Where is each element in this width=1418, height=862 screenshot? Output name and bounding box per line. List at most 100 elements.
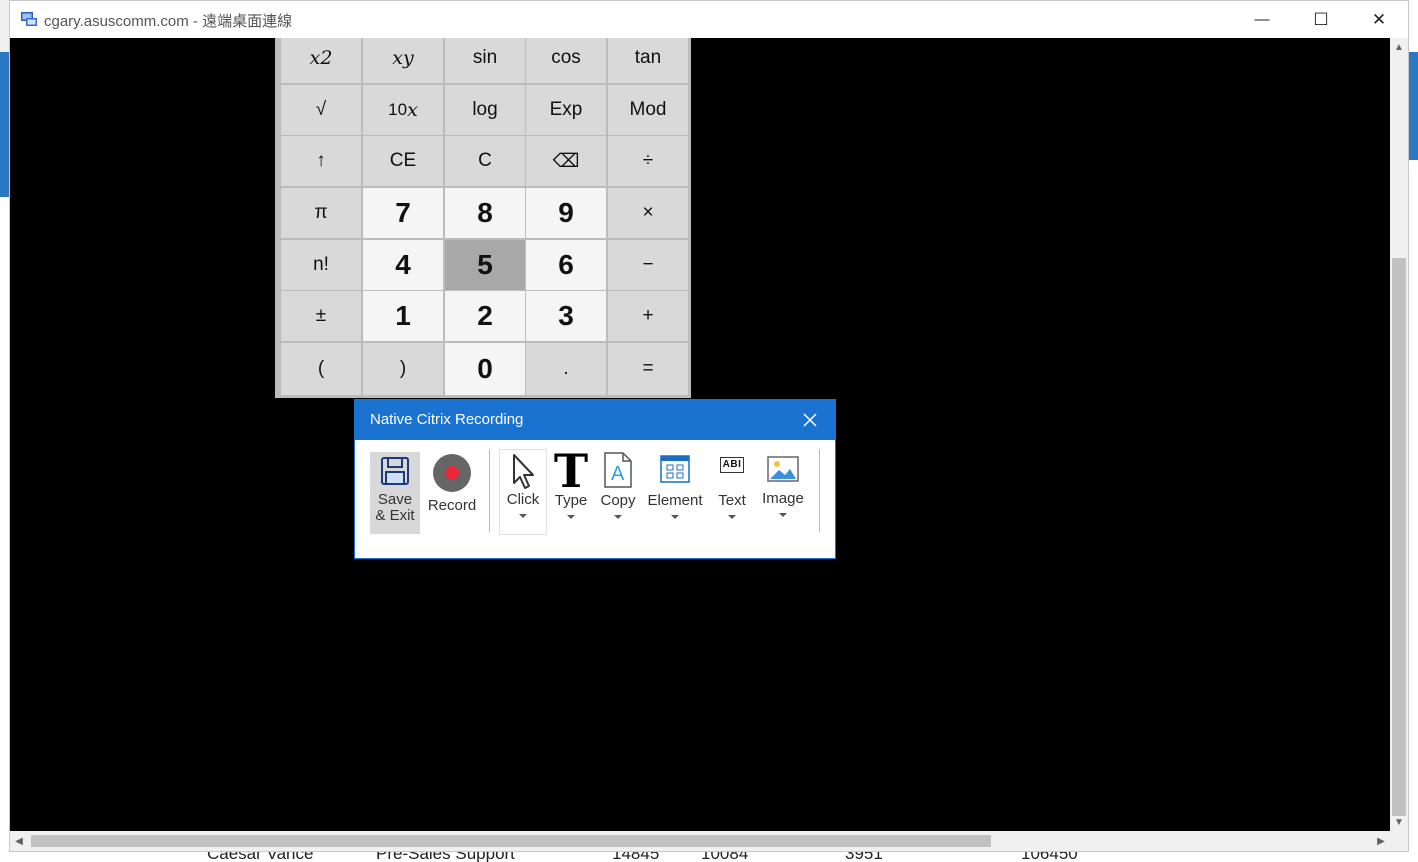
copy-tool-button[interactable]: A Copy (595, 449, 641, 535)
calc-key[interactable]: cos (526, 38, 606, 83)
calc-key-x2[interactable]: x2 (281, 38, 361, 83)
calc-key[interactable]: 4 (363, 240, 443, 290)
calc-key-label: . (563, 358, 569, 379)
calc-key[interactable]: n! (281, 240, 361, 290)
element-label: Element (647, 492, 703, 509)
calc-key[interactable]: C (445, 136, 525, 186)
minimize-icon: — (1254, 11, 1270, 28)
calc-key-exponent: 2 (320, 47, 333, 69)
calc-key-label: CE (389, 150, 417, 171)
calc-key-label: 1 (395, 300, 411, 331)
calc-key[interactable]: π (281, 188, 361, 238)
calc-key[interactable]: × (608, 188, 688, 238)
calc-key[interactable]: 1 (363, 291, 443, 341)
calc-key[interactable]: 7 (363, 188, 443, 238)
calc-key-label: ÷ (642, 150, 654, 171)
calc-key[interactable]: 2 (445, 291, 525, 341)
calc-key[interactable]: − (608, 240, 688, 290)
native-citrix-recording-dialog: Native Citrix Recording Save & Exit Reco… (354, 399, 836, 559)
recording-dialog-title: Native Citrix Recording (370, 411, 524, 428)
window-titlebar[interactable]: cgary.asuscomm.com - 遠端桌面連線 — ☐ ✕ (10, 1, 1408, 38)
text-label: Text (718, 492, 746, 509)
background-cell-2: 10084 (701, 852, 749, 862)
chevron-down-icon (614, 515, 622, 519)
calc-key[interactable]: Exp (526, 85, 606, 135)
calc-key-10x[interactable]: 10 x (363, 85, 443, 135)
calc-key[interactable]: 0 (445, 343, 525, 395)
calc-key[interactable]: 3 (526, 291, 606, 341)
calc-key[interactable]: ↑ (281, 136, 361, 186)
text-tool-button[interactable]: ABI Text (711, 449, 753, 535)
calc-key-label: = (642, 358, 654, 379)
calc-key-label: 6 (558, 249, 574, 280)
calc-key[interactable]: Mod (608, 85, 688, 135)
type-tool-button[interactable]: T Type (549, 448, 593, 535)
calc-key[interactable]: . (526, 343, 606, 395)
copy-label: Copy (600, 492, 636, 509)
calc-key[interactable]: 5 (445, 240, 525, 290)
calc-key-base: x (392, 47, 403, 69)
calc-key-label: C (478, 150, 492, 171)
save-label: Save (377, 491, 413, 508)
element-tool-button[interactable]: Element (643, 449, 707, 535)
calc-key[interactable]: 6 (526, 240, 606, 290)
calc-key[interactable]: ) (363, 343, 443, 395)
background-cell-3: 3951 (845, 852, 883, 862)
remote-desktop-canvas[interactable]: x 2 x y sin cos tan √ 10 x log Exp Mod ↑ CE C ⌫ ÷ π 7 8 9 × n! 4… (10, 38, 1390, 831)
vertical-scrollbar[interactable]: ▲ ▼ (1390, 38, 1408, 831)
scroll-right-icon[interactable]: ▶ (1372, 832, 1390, 850)
calc-key[interactable]: 9 (526, 188, 606, 238)
background-table-row: Caesar Vance Pre-Sales Support 14845 100… (0, 852, 1418, 862)
calc-key[interactable]: ± (281, 291, 361, 341)
minimize-button[interactable]: — (1233, 1, 1291, 38)
save-exit-button[interactable]: Save & Exit (370, 452, 420, 534)
vertical-scroll-thumb[interactable] (1392, 258, 1406, 816)
recording-dialog-header[interactable]: Native Citrix Recording (355, 400, 835, 440)
calc-key[interactable]: √ (281, 85, 361, 135)
calc-key[interactable]: + (608, 291, 688, 341)
calc-key-base: x (309, 47, 321, 69)
calc-key-label: − (642, 254, 654, 275)
calc-key[interactable]: ( (281, 343, 361, 395)
calculator-keypad: x 2 x y sin cos tan √ 10 x log Exp Mod ↑ CE C ⌫ ÷ π 7 8 9 × n! 4… (275, 38, 691, 398)
cursor-arrow-icon (513, 454, 534, 489)
horizontal-scroll-thumb[interactable] (31, 835, 991, 847)
calc-key[interactable]: ⌫ (526, 136, 606, 186)
calc-key-label: sin (472, 47, 498, 68)
calc-key[interactable]: = (608, 343, 688, 395)
calc-key[interactable]: ÷ (608, 136, 688, 186)
scroll-up-icon[interactable]: ▲ (1390, 38, 1408, 56)
calc-key-label: tan (634, 47, 662, 68)
click-tool-button[interactable]: Click (499, 449, 547, 535)
click-label: Click (506, 491, 540, 508)
chevron-down-icon (779, 513, 787, 517)
scroll-left-icon[interactable]: ◀ (10, 832, 28, 850)
maximize-button[interactable]: ☐ (1292, 1, 1350, 38)
calc-key[interactable]: CE (363, 136, 443, 186)
calc-key-label: 0 (477, 353, 493, 384)
remote-desktop-icon (20, 10, 38, 28)
background-cell-department: Pre-Sales Support (376, 852, 515, 862)
calc-key-label: ( (317, 358, 325, 379)
record-button[interactable]: Record (425, 452, 479, 534)
calc-key-label: n! (313, 254, 329, 275)
calc-key-label: 7 (395, 197, 411, 228)
type-label: Type (554, 492, 588, 509)
window-title: cgary.asuscomm.com - 遠端桌面連線 (44, 13, 293, 30)
recording-close-button[interactable] (790, 400, 830, 440)
close-button[interactable]: ✕ (1350, 1, 1408, 38)
letter-a-glyph: A (611, 463, 625, 485)
calc-key-label: × (642, 202, 654, 223)
image-tool-button[interactable]: Image (757, 449, 809, 535)
calc-key-exponent: x (407, 99, 418, 121)
calc-key[interactable]: log (445, 85, 525, 135)
calc-key[interactable]: sin (445, 38, 525, 83)
horizontal-scrollbar[interactable]: ◀ ▶ (10, 831, 1390, 851)
scroll-down-icon[interactable]: ▼ (1390, 813, 1408, 831)
toolbar-separator (489, 449, 490, 532)
image-icon (767, 456, 799, 482)
calc-key-label: 9 (558, 197, 574, 228)
calc-key[interactable]: 8 (445, 188, 525, 238)
calc-key-xy[interactable]: xy (363, 38, 443, 83)
calc-key[interactable]: tan (608, 38, 688, 83)
